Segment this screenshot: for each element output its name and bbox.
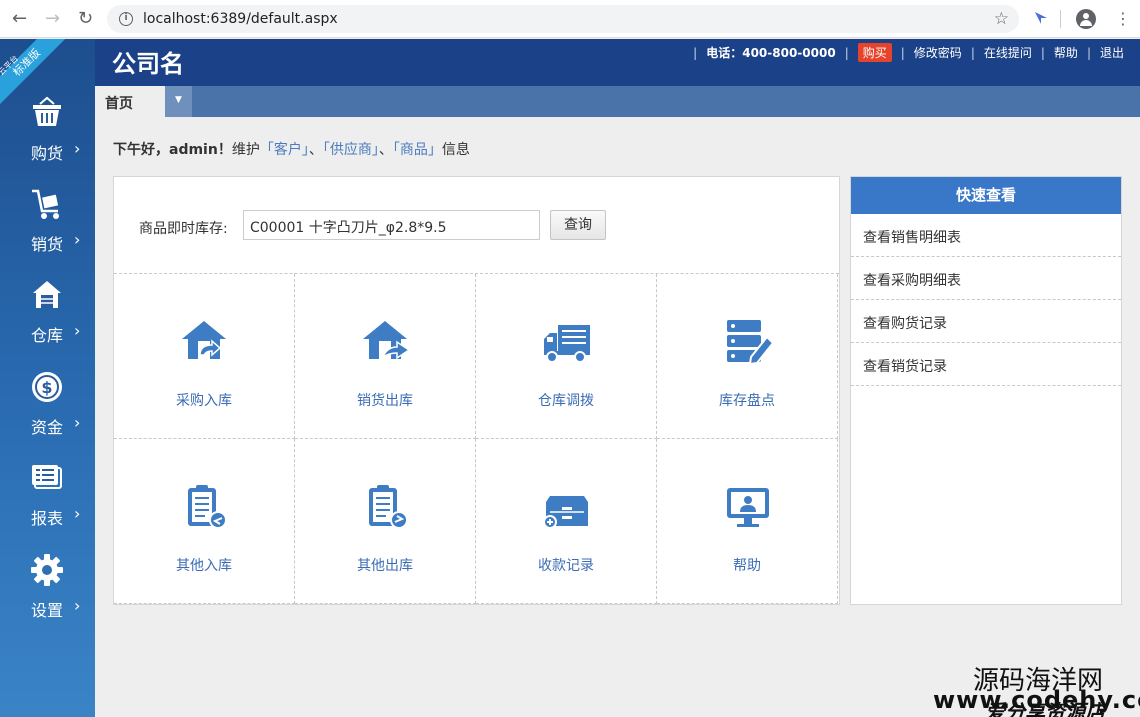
- clipboard-out-icon: [369, 485, 408, 529]
- sidebar-item-label: 销货: [31, 235, 64, 254]
- report-icon: [32, 465, 62, 489]
- stock-label: 商品即时库存:: [139, 221, 228, 237]
- stock-search-input[interactable]: C00001 十字凸刀片_φ2.8*9.5: [243, 210, 540, 240]
- bookmark-star-icon[interactable]: ☆: [994, 9, 1009, 29]
- address-bar[interactable]: i localhost:6389/default.aspx ☆: [107, 5, 1019, 33]
- truck-icon: [544, 325, 590, 363]
- browser-menu-icon[interactable]: ⋮: [1115, 9, 1131, 29]
- gear-icon: [31, 554, 63, 586]
- shortcut-label: 其他入库: [176, 558, 232, 574]
- chevron-right-icon: ›: [74, 596, 81, 615]
- sidebar-item-sales[interactable]: 销货 ›: [0, 187, 95, 277]
- products-link[interactable]: 「商品」: [393, 142, 442, 158]
- phone-text: 电话：400-800-0000: [706, 46, 836, 60]
- quick-view-title: 快速查看: [851, 177, 1121, 214]
- sidebar-item-label: 仓库: [31, 326, 64, 345]
- chevron-right-icon: ›: [74, 504, 81, 523]
- shortcut-label: 仓库调拨: [538, 393, 594, 409]
- sales-out-icon: [363, 321, 411, 360]
- clipboard-in-icon: [188, 485, 227, 529]
- shortcut-inventory-check[interactable]: 库存盘点: [657, 274, 838, 439]
- shortcut-label: 销货出库: [357, 393, 413, 409]
- sidebar-item-purchase[interactable]: 购货 ›: [0, 96, 95, 186]
- sidebar-item-funds[interactable]: $ 资金 ›: [0, 370, 95, 460]
- extension-icon[interactable]: [1033, 10, 1049, 26]
- tab-home[interactable]: 首页: [95, 86, 165, 117]
- profile-avatar-icon[interactable]: [1076, 9, 1096, 29]
- quick-view-item[interactable]: 查看销售明细表: [851, 214, 1121, 257]
- monitor-icon: [727, 488, 769, 527]
- cash-box-icon: [543, 496, 588, 529]
- shortcut-label: 收款记录: [538, 558, 594, 574]
- tab-dropdown-icon[interactable]: ▼: [165, 86, 192, 117]
- sidebar-item-label: 报表: [31, 509, 64, 528]
- query-button[interactable]: 查询: [550, 210, 606, 240]
- dashboard-panel: 商品即时库存: C00001 十字凸刀片_φ2.8*9.5 查询 采购入库 销货…: [113, 176, 840, 605]
- shortcut-help[interactable]: 帮助: [657, 439, 838, 604]
- site-info-icon[interactable]: i: [119, 12, 133, 26]
- chevron-right-icon: ›: [74, 230, 81, 249]
- purchase-in-icon: [182, 321, 226, 359]
- app-header: 公司名 | 电话：400-800-0000 | 购买 | 修改密码 | 在线提问…: [0, 39, 1140, 86]
- company-logo: 公司名: [112, 50, 184, 78]
- warehouse-icon: [33, 281, 61, 308]
- url-text[interactable]: localhost:6389/default.aspx: [143, 11, 338, 27]
- sidebar-item-warehouse[interactable]: 仓库 ›: [0, 278, 95, 368]
- shortcut-receipts[interactable]: 收款记录: [476, 439, 657, 604]
- top-links: | 电话：400-800-0000 | 购买 | 修改密码 | 在线提问 | 帮…: [684, 43, 1124, 62]
- buy-button[interactable]: 购买: [857, 43, 892, 62]
- shortcut-other-out[interactable]: 其他出库: [295, 439, 476, 604]
- basket-icon: [33, 96, 61, 126]
- shortcut-label: 帮助: [733, 558, 761, 574]
- chevron-right-icon: ›: [74, 139, 81, 158]
- cart-icon: [32, 189, 59, 219]
- shortcut-transfer[interactable]: 仓库调拨: [476, 274, 657, 439]
- customers-link[interactable]: 「客户」: [260, 142, 309, 158]
- shortcut-grid: 采购入库 销货出库 仓库调拨 库存盘点 其他入库 其他出库 收款记录 帮助: [114, 274, 839, 604]
- suppliers-link[interactable]: 「供应商」: [323, 142, 379, 158]
- inventory-check-icon: [727, 320, 773, 366]
- reload-icon[interactable]: ↻: [78, 9, 93, 29]
- shortcut-other-in[interactable]: 其他入库: [114, 439, 295, 604]
- toolbar-divider: [1060, 10, 1061, 28]
- change-password-link[interactable]: 修改密码: [914, 44, 962, 61]
- online-help-link[interactable]: 在线提问: [984, 44, 1032, 61]
- quick-view-panel: 快速查看 查看销售明细表 查看采购明细表 查看购货记录 查看销货记录: [850, 176, 1122, 605]
- quick-view-item[interactable]: 查看采购明细表: [851, 257, 1121, 300]
- sidebar-item-label: 设置: [31, 601, 64, 620]
- greeting-line: 下午好，admin！维护「客户」、「供应商」、「商品」信息: [113, 142, 470, 158]
- greeting-text: 下午好，admin！: [113, 142, 232, 158]
- chevron-right-icon: ›: [74, 321, 81, 340]
- tab-bar: 首页 ▼: [95, 86, 1140, 117]
- shortcut-label: 采购入库: [176, 393, 232, 409]
- svg-text:$: $: [41, 378, 52, 397]
- sidebar-item-label: 资金: [31, 418, 64, 437]
- logout-link[interactable]: 退出: [1100, 44, 1124, 61]
- browser-toolbar: ← → ↻ i localhost:6389/default.aspx ☆ ⋮: [0, 0, 1140, 38]
- sidebar-item-label: 购货: [31, 144, 64, 163]
- quick-view-item[interactable]: 查看购货记录: [851, 300, 1121, 343]
- forward-icon[interactable]: →: [45, 9, 60, 29]
- sidebar-item-reports[interactable]: 报表 ›: [0, 461, 95, 551]
- dollar-icon: $: [32, 372, 62, 402]
- shortcut-label: 其他出库: [357, 558, 413, 574]
- back-icon[interactable]: ←: [12, 9, 27, 29]
- sidebar-item-settings[interactable]: 设置 ›: [0, 553, 95, 643]
- shortcut-sales-out[interactable]: 销货出库: [295, 274, 476, 439]
- stock-query-row: 商品即时库存: C00001 十字凸刀片_φ2.8*9.5 查询: [114, 177, 839, 274]
- sidebar: 云平台 标准版 购货 › 销货 › 仓库 › $ 资金 › 报表 › 设置 ›: [0, 39, 95, 717]
- chevron-right-icon: ›: [74, 413, 81, 432]
- shortcut-purchase-in[interactable]: 采购入库: [114, 274, 295, 439]
- help-link[interactable]: 帮助: [1054, 44, 1078, 61]
- shortcut-label: 库存盘点: [719, 393, 775, 409]
- watermark-line3: 爱分享资源店: [985, 700, 1105, 717]
- quick-view-item[interactable]: 查看销货记录: [851, 343, 1121, 386]
